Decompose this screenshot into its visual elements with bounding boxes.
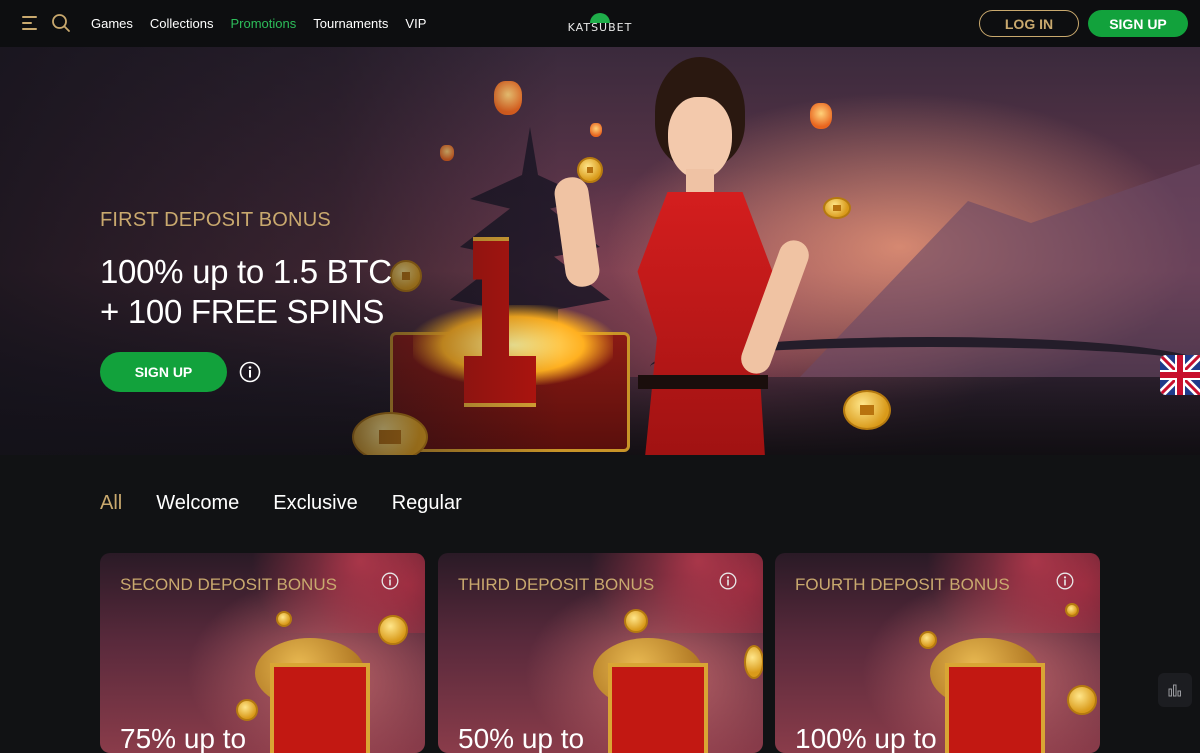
- card-title: THIRD DEPOSIT BONUS: [458, 575, 655, 594]
- info-icon[interactable]: [719, 572, 737, 590]
- tab-welcome[interactable]: Welcome: [156, 492, 239, 515]
- promo-card-fourth-deposit[interactable]: FOURTH DEPOSIT BONUS 100% up to: [775, 553, 1100, 753]
- coin-art: [577, 157, 603, 183]
- hero-signup-button[interactable]: SIGN UP: [100, 352, 227, 392]
- nav-collections[interactable]: Collections: [150, 16, 214, 31]
- card-title: SECOND DEPOSIT BONUS: [120, 575, 337, 594]
- promo-card-third-deposit[interactable]: THIRD DEPOSIT BONUS 50% up to: [438, 553, 763, 753]
- nav-promotions[interactable]: Promotions: [231, 16, 297, 31]
- hero-text-shade: [0, 47, 560, 455]
- main-nav: Games Collections Promotions Tournaments…: [91, 0, 443, 47]
- logo[interactable]: KATSUBET: [563, 13, 637, 35]
- hero-banner: FIRST DEPOSIT BONUS 100% up to 1.5 BTC +…: [0, 47, 1200, 455]
- login-button[interactable]: LOG IN: [979, 10, 1079, 37]
- hero-title-line2: + 100 FREE SPINS: [100, 293, 385, 330]
- nav-vip[interactable]: VIP: [405, 16, 426, 31]
- nav-tournaments[interactable]: Tournaments: [313, 16, 388, 31]
- promo-card-second-deposit[interactable]: SECOND DEPOSIT BONUS 75% up to: [100, 553, 425, 753]
- hero-title-line1: 100% up to 1.5 BTC: [100, 253, 392, 290]
- tab-exclusive[interactable]: Exclusive: [273, 492, 357, 515]
- signup-button[interactable]: SIGN UP: [1088, 10, 1188, 37]
- uk-flag-icon[interactable]: [1160, 355, 1200, 395]
- hero-eyebrow: FIRST DEPOSIT BONUS: [100, 209, 331, 231]
- card-offer: 75% up to: [120, 723, 247, 753]
- bar-chart-icon: [1168, 684, 1181, 697]
- stats-button[interactable]: [1158, 673, 1192, 707]
- promo-filter-tabs: All Welcome Exclusive Regular: [100, 492, 496, 515]
- hero-character-art: [552, 57, 840, 455]
- card-title: FOURTH DEPOSIT BONUS: [795, 575, 1010, 594]
- info-icon[interactable]: [1056, 572, 1074, 590]
- menu-icon[interactable]: [22, 16, 37, 30]
- info-icon[interactable]: [381, 572, 399, 590]
- dragon-number-art: [945, 663, 1045, 753]
- card-offer: 100% up to: [795, 723, 937, 753]
- tab-all[interactable]: All: [100, 492, 122, 515]
- coin-art: [843, 390, 891, 430]
- card-offer: 50% up to: [458, 723, 585, 753]
- search-icon[interactable]: [51, 13, 71, 33]
- nav-games[interactable]: Games: [91, 16, 133, 31]
- coin-art: [823, 197, 851, 219]
- logo-text: KATSUBET: [567, 21, 633, 34]
- tab-regular[interactable]: Regular: [392, 492, 462, 515]
- dragon-number-art: [608, 663, 708, 753]
- hero-title: 100% up to 1.5 BTC + 100 FREE SPINS: [100, 252, 392, 332]
- site-header: Games Collections Promotions Tournaments…: [0, 0, 1200, 47]
- info-icon[interactable]: [239, 361, 261, 383]
- dragon-number-art: [270, 663, 370, 753]
